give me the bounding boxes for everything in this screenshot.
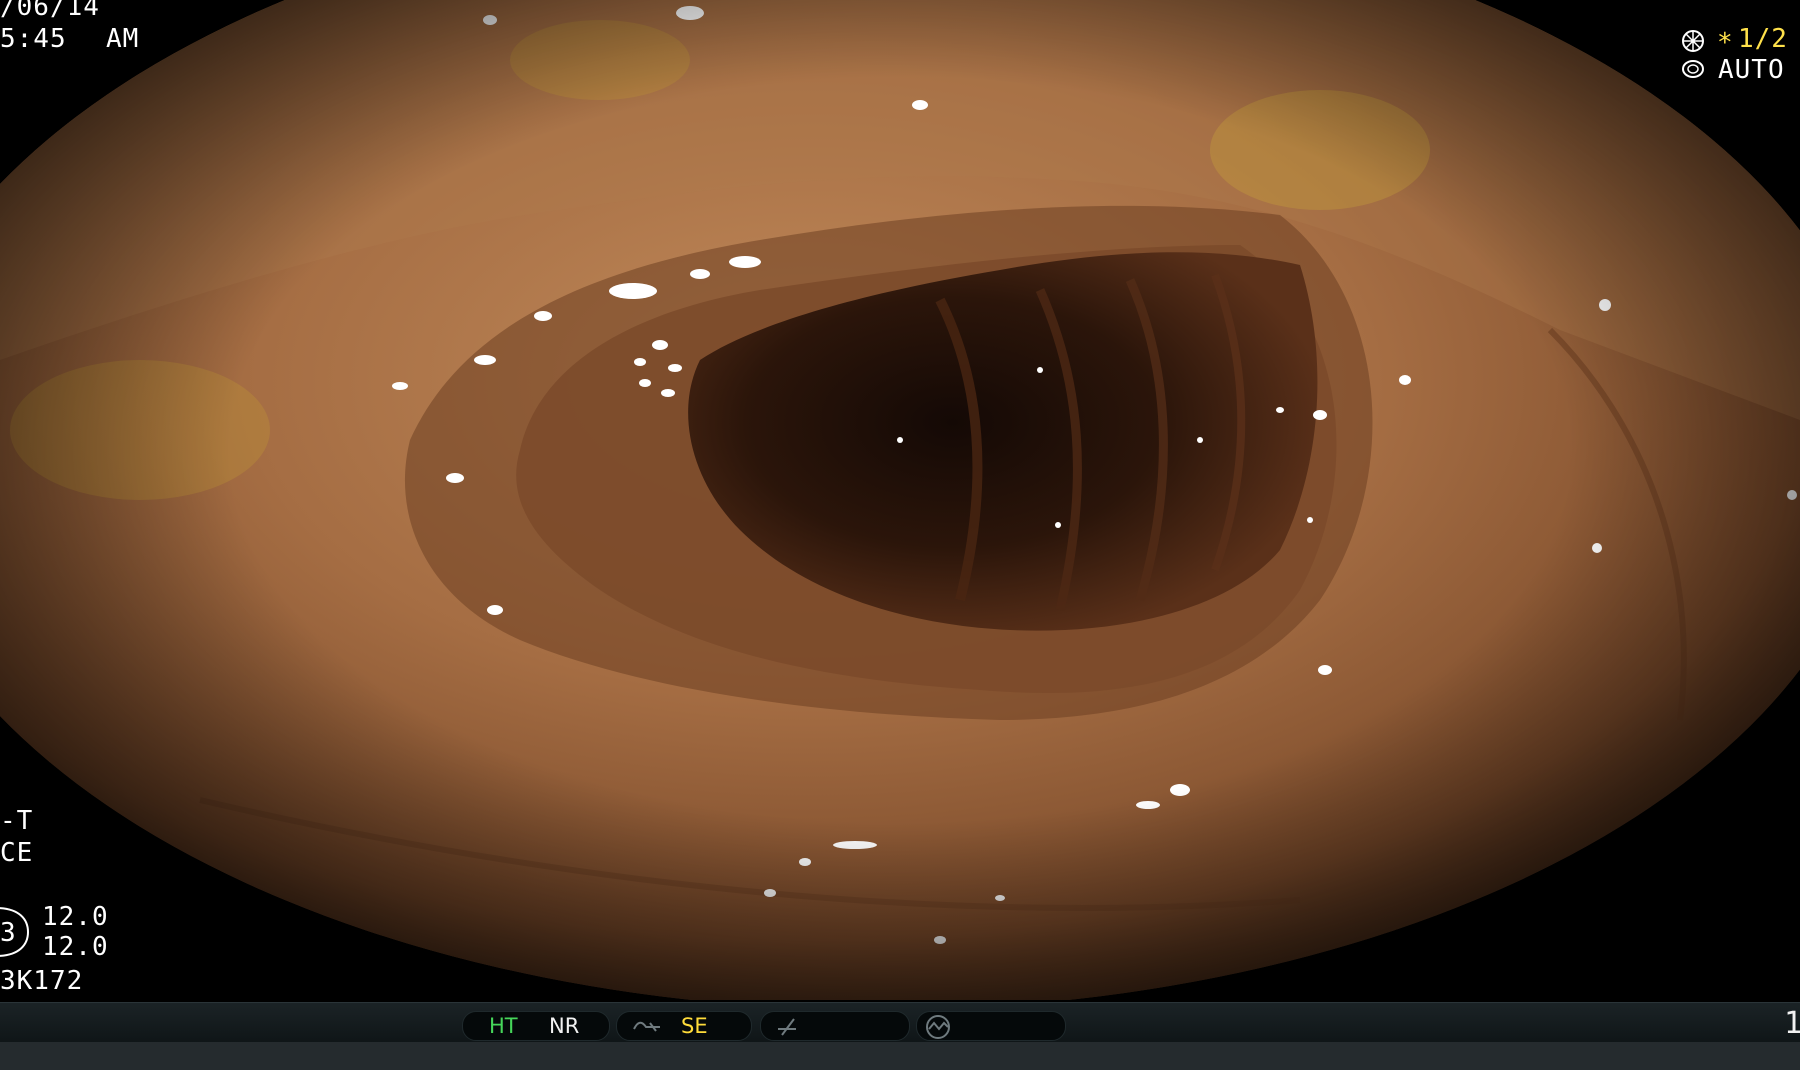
- iris-mode-readout: AUTO: [1718, 55, 1785, 85]
- gauge-value-1: 12.0: [42, 902, 109, 932]
- shutter-wheel-icon: [1682, 30, 1704, 52]
- shutter-speed-readout: 1/2: [1738, 24, 1788, 54]
- time-readout: 5:45: [0, 24, 67, 54]
- nr-indicator: NR: [549, 1014, 580, 1038]
- color-slash-icon: [778, 1018, 796, 1036]
- footer-strip: [0, 1042, 1800, 1070]
- meridiem-readout: AM: [106, 24, 140, 54]
- structure-enhance-icon: [633, 1021, 660, 1032]
- gauge-value-2: 12.0: [42, 932, 109, 962]
- status-bar: HT NR SE 1: [0, 1002, 1800, 1044]
- scope-id-readout: 3K172: [0, 966, 84, 996]
- mode-readout-2: CE: [0, 838, 34, 868]
- shutter-marker: *: [1717, 28, 1734, 58]
- enhance-pill: [462, 1011, 610, 1041]
- iris-ring-icon: [1682, 60, 1704, 78]
- date-readout: /06/14: [0, 0, 100, 22]
- se-indicator: SE: [681, 1014, 708, 1038]
- gauge-letter: 3: [0, 918, 17, 948]
- exposure-dial-icon: [926, 1015, 950, 1039]
- corner-digit: 1: [1784, 1006, 1800, 1041]
- endoscopy-image: [0, 0, 1800, 1000]
- ht-indicator: HT: [489, 1014, 518, 1038]
- mode-readout-1: -T: [0, 806, 34, 836]
